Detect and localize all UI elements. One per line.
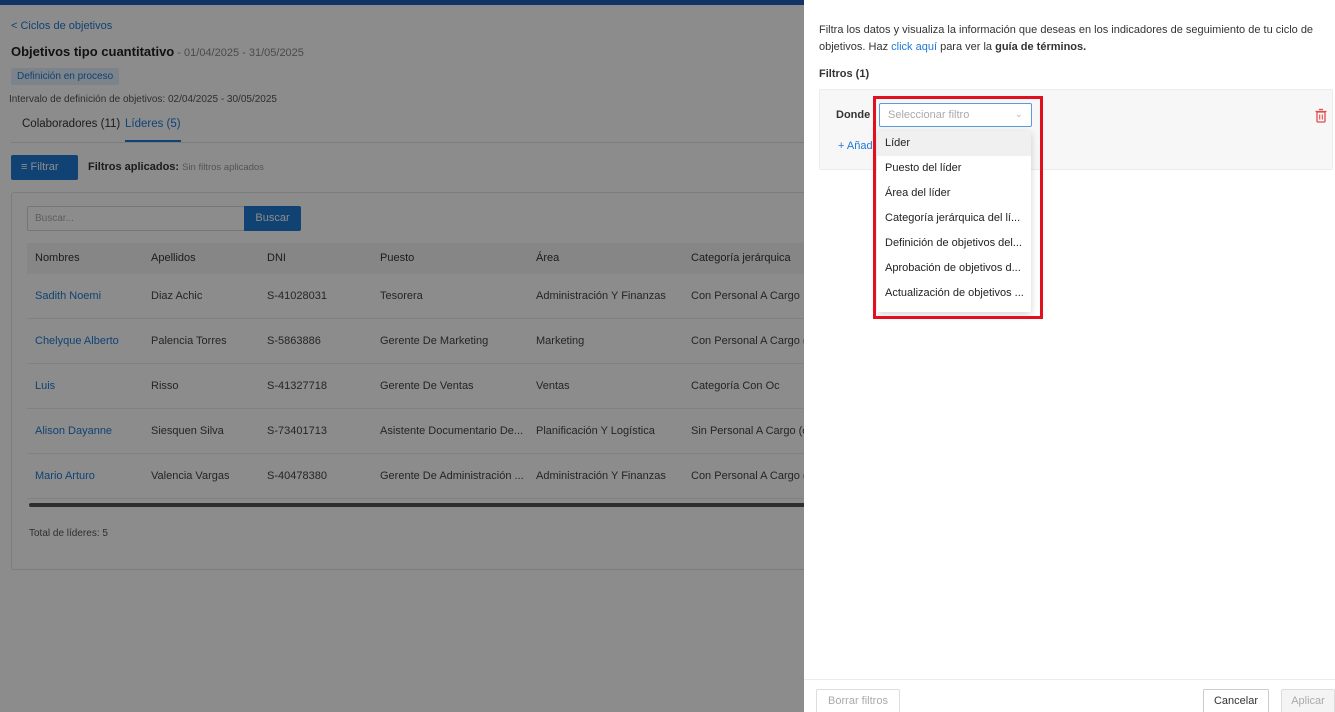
description-text-mid: para ver la [937,41,996,53]
add-filter-link[interactable]: + Añad [838,140,873,152]
trash-icon[interactable] [1314,108,1328,124]
dropdown-option-area[interactable]: Área del líder [877,181,1031,206]
chevron-down-icon: ⌄ [1014,109,1023,120]
dropdown-option-lider[interactable]: Líder [877,131,1031,156]
filter-dropdown-menu: Líder Puesto del líder Área del líder Ca… [877,131,1031,312]
dropdown-option-definicion[interactable]: Definición de objetivos del... [877,231,1031,256]
dropdown-option-aprobacion[interactable]: Aprobación de objetivos d... [877,256,1031,281]
filter-select[interactable]: Seleccionar filtro ⌄ [879,103,1032,127]
apply-button[interactable]: Aplicar [1281,689,1335,712]
description-bold: guía de términos. [995,41,1087,53]
guide-link[interactable]: click aquí [891,41,937,53]
dropdown-option-categoria[interactable]: Categoría jerárquica del lí... [877,206,1031,231]
modal-backdrop[interactable] [0,0,804,712]
main-page: < Ciclos de objetivos Objetivos tipo cua… [0,0,804,712]
dropdown-option-puesto[interactable]: Puesto del líder [877,156,1031,181]
filters-count: Filtros (1) [819,68,870,80]
panel-footer: Borrar filtros Cancelar Aplicar [804,679,1335,712]
panel-description: Filtra los datos y visualiza la informac… [819,22,1324,56]
filter-panel: Filtra los datos y visualiza la informac… [804,0,1335,712]
clear-filters-button[interactable]: Borrar filtros [816,689,900,712]
dropdown-option-actualizacion[interactable]: Actualización de objetivos ... [877,281,1031,306]
donde-label: Donde [836,109,871,121]
filter-select-placeholder: Seleccionar filtro [888,109,970,121]
cancel-button[interactable]: Cancelar [1203,689,1269,712]
